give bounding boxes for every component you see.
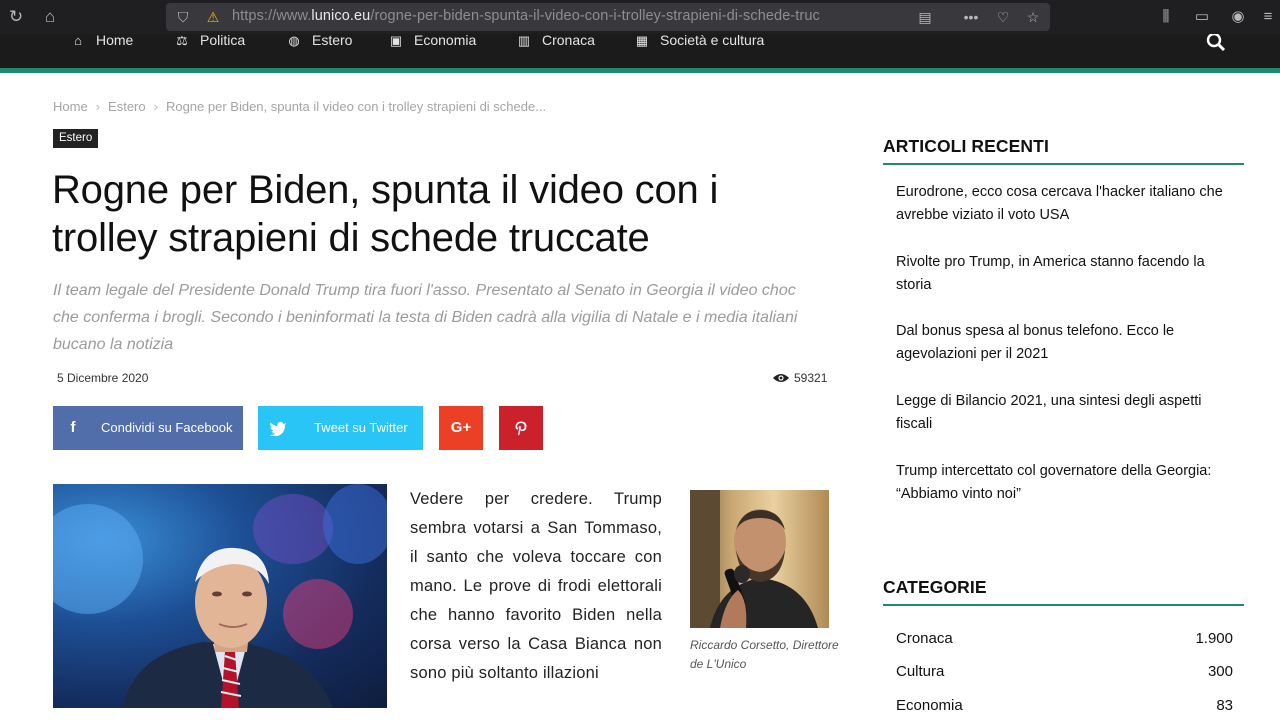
recent-article-link[interactable]: Rivolte pro Trump, in America stanno fac… [896, 251, 1236, 297]
globe-icon: ◍ [288, 34, 300, 48]
author-photo [690, 490, 829, 628]
hero-image [53, 484, 387, 708]
nav-societa-cultura[interactable]: ▦ Società e cultura [632, 34, 764, 48]
author-caption: Riccardo Corsetto, Direttore de L'Unico [690, 638, 839, 671]
breadcrumb-home[interactable]: Home [53, 99, 88, 114]
categories-heading: CATEGORIE [883, 577, 987, 597]
url-bar[interactable]: ⛉ ⚠ https://www.lunico.eu/rogne-per-bide… [166, 3, 1050, 31]
eye-icon [773, 374, 789, 382]
recent-article-link[interactable]: Legge di Bilancio 2021, una sintesi degl… [896, 390, 1236, 436]
nav-cronaca[interactable]: ▥ Cronaca [514, 34, 595, 48]
article-title: Rogne per Biden, spunta il video con i t… [52, 168, 719, 260]
building-icon: ▦ [635, 34, 649, 48]
breadcrumb: Home › Estero › Rogne per Biden, spunta il v… [53, 99, 546, 115]
bookmark-star-icon[interactable]: ☆ [1024, 7, 1042, 27]
site-nav: ⌂ Home ⚖ Politica ◍ Estero ▣ Economia ▥ Crona… [0, 34, 1280, 68]
sidebar-icon[interactable]: ▭ [1192, 7, 1212, 27]
article-body: Vedere per credere. Trump sembra votarsi… [410, 490, 662, 682]
page-actions-icon[interactable]: ••• [962, 7, 980, 27]
nav-home[interactable]: ⌂ Home [68, 34, 133, 48]
home-icon: ⌂ [74, 34, 82, 48]
share-pinterest-button[interactable] [499, 406, 543, 450]
account-icon[interactable]: ◉ [1228, 7, 1248, 27]
categories-rule [883, 604, 1244, 606]
recent-articles-heading: ARTICOLI RECENTI [883, 136, 1049, 156]
category-count: 300 [1207, 663, 1233, 680]
category-item-economia[interactable]: Economia 83 [896, 697, 1233, 719]
recent-article-link[interactable]: Dal bonus spesa al bonus telefono. Ecco … [896, 320, 1236, 366]
chevron-right-icon: › [95, 99, 101, 114]
newspaper-icon: ▥ [517, 34, 531, 48]
category-count: 1.900 [1195, 630, 1233, 647]
url-text[interactable]: https://www.lunico.eu/rogne-per-biden-sp… [232, 8, 908, 26]
accent-divider [0, 68, 1280, 73]
reader-view-icon[interactable]: ▤ [916, 7, 934, 27]
category-count: 83 [1216, 697, 1233, 714]
breadcrumb-estero[interactable]: Estero [108, 99, 146, 114]
search-icon[interactable] [1206, 34, 1228, 52]
portrait-illustration [123, 547, 333, 708]
share-facebook-button[interactable]: f Condividi su Facebook [53, 406, 243, 450]
menu-icon[interactable]: ≡ [1258, 7, 1278, 27]
breadcrumb-current: Rogne per Biden, spunta il video con i t… [165, 99, 547, 114]
share-twitter-button[interactable]: Tweet su Twitter [258, 406, 423, 450]
view-count: 59321 [772, 371, 827, 385]
nav-estero[interactable]: ◍ Estero [284, 34, 352, 48]
facebook-icon: f [70, 419, 76, 436]
pocket-icon[interactable]: ♡ [994, 7, 1012, 27]
article-date: 5 Dicembre 2020 [57, 371, 149, 385]
category-item-cultura[interactable]: Cultura 300 [896, 663, 1233, 685]
google-plus-icon: G+ [450, 419, 472, 436]
library-icon[interactable]: ⫼ [1156, 7, 1176, 27]
pinterest-icon [499, 406, 543, 450]
recent-articles-rule [883, 163, 1244, 165]
balance-icon: ⚖ [176, 34, 188, 48]
author-portrait-illustration [690, 490, 818, 628]
category-item-cronaca[interactable]: Cronaca 1.900 [896, 630, 1233, 652]
share-google-plus-button[interactable]: G+ [439, 406, 483, 450]
nav-politica[interactable]: ⚖ Politica [172, 34, 245, 48]
home-icon[interactable]: ⌂ [40, 7, 60, 27]
category-tag[interactable]: Estero [53, 129, 99, 148]
browser-toolbar: ↻ ⌂ ⛉ ⚠ https://www.lunico.eu/rogne-per-… [0, 0, 1280, 34]
recent-article-link[interactable]: Trump intercettato col governatore della… [896, 460, 1236, 506]
recent-article-link[interactable]: Eurodrone, ecco cosa cercava l'hacker it… [896, 181, 1236, 227]
nav-economia[interactable]: ▣ Economia [386, 34, 476, 48]
money-icon: ▣ [389, 34, 403, 48]
chevron-right-icon: › [153, 99, 158, 114]
twitter-icon [258, 406, 298, 450]
shield-icon[interactable]: ⛉ [174, 7, 192, 27]
article-subtitle: Il team legale del Presidente Donald Tru… [53, 282, 798, 353]
reload-icon[interactable]: ↻ [6, 7, 26, 27]
insecure-lock-icon[interactable]: ⚠ [204, 7, 222, 27]
